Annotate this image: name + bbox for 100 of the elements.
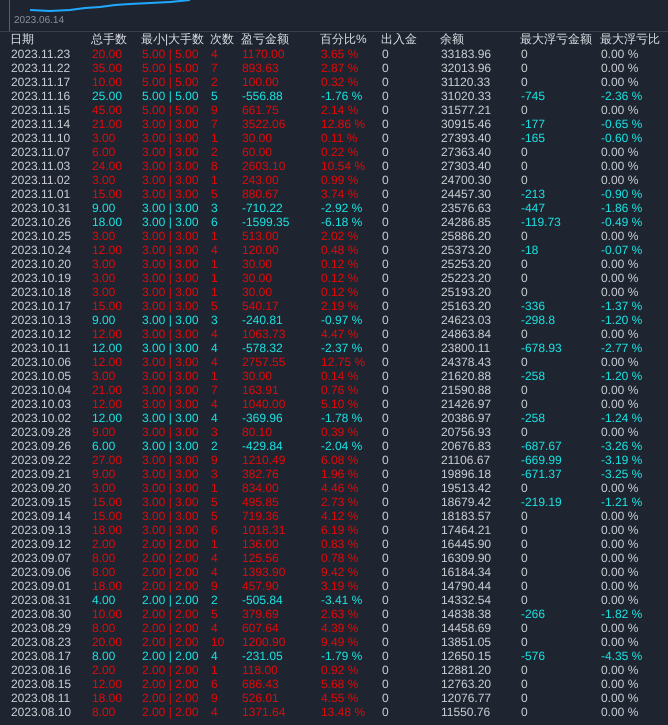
table-cell-text: 20676.83 <box>440 439 492 453</box>
table-cell-text: 3.00 <box>91 271 116 285</box>
table-cell-text: -18 <box>520 243 540 257</box>
column-header: 总手数 <box>91 32 127 47</box>
table-cell-text: 2.00 | 2.00 <box>141 635 200 649</box>
table-cell-text: 2023.11.14 <box>10 117 72 131</box>
table-cell-text: 20.00 <box>91 47 124 61</box>
table-cell-text: 0 <box>520 663 529 677</box>
table-cell-text: -3.41 % <box>320 593 364 607</box>
column-header: 最大浮亏金额 <box>520 32 592 47</box>
table-cell-text: 2023.08.30 <box>10 607 72 621</box>
table-cell-text: 16309.90 <box>440 551 492 565</box>
table-cell-text: 0.00 % <box>600 579 640 593</box>
table-cell-text: 0 <box>381 47 390 61</box>
table-cell-text: 11550.76 <box>440 705 492 719</box>
table-cell-text: 3.00 | 3.00 <box>141 215 200 229</box>
table-cell-text: 14838.38 <box>440 607 492 621</box>
table-cell-text: 2023.08.29 <box>10 621 72 635</box>
table-cell-text: 0.00 % <box>600 173 640 187</box>
table-cell-text: 3 <box>210 467 219 481</box>
table-cell-text: 24623.03 <box>440 313 492 327</box>
table-cell-text: 4.47 % <box>320 327 360 341</box>
table-cell-text: 31577.21 <box>440 103 492 117</box>
table-cell-text: 24457.30 <box>440 187 492 201</box>
table-cell-text: 3.00 | 3.00 <box>141 229 200 243</box>
table-cell-text: 33183.96 <box>440 47 492 61</box>
table-cell-text: 1 <box>210 229 219 243</box>
table-cell-text: 25193.20 <box>440 285 492 299</box>
table-cell-text: 19513.42 <box>440 481 492 495</box>
table-cell-text: 1 <box>210 131 219 145</box>
table-cell-text: 15.00 <box>91 509 124 523</box>
table-cell-text: 25.00 <box>91 89 124 103</box>
table-cell-text: 0 <box>381 313 390 327</box>
table-cell-text: 3.00 | 3.00 <box>141 271 200 285</box>
table-cell-text: -369.96 <box>241 411 284 425</box>
table-cell-text: 4.12 % <box>320 509 360 523</box>
table-cell-text: 2023.11.03 <box>10 159 72 173</box>
table-cell-text: 2023.09.21 <box>10 467 72 481</box>
table-cell-text: 1 <box>210 173 219 187</box>
table-cell-text: -678.93 <box>520 341 563 355</box>
table-cell-text: 0 <box>381 495 390 509</box>
table-cell-text: 0 <box>381 369 390 383</box>
table-cell-text: 14458.69 <box>440 621 492 635</box>
table-cell-text: 2757.55 <box>241 355 286 369</box>
table-cell-text: 2.00 | 2.00 <box>141 663 200 677</box>
table-cell-text: 2023.11.17 <box>10 75 72 89</box>
table-cell-text: 12763.20 <box>440 677 492 691</box>
table-cell-text: 0.12 % <box>320 285 360 299</box>
table-cell-text: 2.00 | 2.00 <box>141 579 200 593</box>
table-cell-text: 9.00 <box>91 425 116 439</box>
table-cell-text: 3.00 <box>91 257 116 271</box>
table-cell-text: 2.00 <box>91 537 116 551</box>
axis-date-label: 2023.06.14 <box>14 15 64 27</box>
table-cell-text: 0 <box>520 705 529 719</box>
table-cell-text: 0 <box>520 271 529 285</box>
table-cell-text: 0.00 % <box>600 355 640 369</box>
table-cell-text: 27.00 <box>91 453 124 467</box>
table-cell-text: 1063.73 <box>241 327 286 341</box>
table-cell-text: 0 <box>520 635 529 649</box>
table-cell-text: 30.00 <box>241 131 274 145</box>
table-cell-text: 379.69 <box>241 607 280 621</box>
table-cell-text: -1599.35 <box>241 215 290 229</box>
table-cell-text: 2023.09.20 <box>10 481 72 495</box>
table-cell-text: 2023.10.17 <box>10 299 72 313</box>
table-cell-text: 136.00 <box>241 537 280 551</box>
table-cell-text: -0.60 % <box>600 131 644 145</box>
table-cell-text: 2023.10.03 <box>10 397 72 411</box>
table-cell-text: 0.48 % <box>320 243 360 257</box>
table-cell-text: 2023.09.22 <box>10 453 72 467</box>
table-cell-text: 540.17 <box>241 299 280 313</box>
table-cell-text: 1 <box>210 369 219 383</box>
table-cell-text: 2.00 | 2.00 <box>141 705 200 719</box>
table-cell-text: 2.00 <box>91 663 116 677</box>
table-cell-text: 3.00 | 3.00 <box>141 285 200 299</box>
table-cell-text: 9.42 % <box>320 565 360 579</box>
table-cell-text: 2023.10.24 <box>10 243 72 257</box>
table-cell-text: 80.10 <box>241 425 274 439</box>
table-cell-text: 3.00 | 3.00 <box>141 187 200 201</box>
table-cell-text: 526.01 <box>241 691 280 705</box>
table-cell-text: 4 <box>210 47 219 61</box>
table-cell-text: 0 <box>381 187 390 201</box>
table-cell-text: 0 <box>520 285 529 299</box>
table-cell-text: 0 <box>381 145 390 159</box>
table-cell-text: 3.00 | 3.00 <box>141 453 200 467</box>
table-cell-text: 0 <box>381 201 390 215</box>
table-cell-text: 0.00 % <box>600 103 640 117</box>
table-cell-text: 0.32 % <box>320 75 360 89</box>
table-cell-text: 0.00 % <box>600 397 640 411</box>
table-cell-text: 5.00 | 5.00 <box>141 89 200 103</box>
table-cell-text: 3.00 | 3.00 <box>141 481 200 495</box>
table-cell-text: 100.00 <box>241 75 280 89</box>
table-cell-text: 0.92 % <box>320 663 360 677</box>
table-cell-text: 0 <box>520 523 529 537</box>
table-cell-text: 1371.64 <box>241 705 286 719</box>
table-cell-text: 2023.10.06 <box>10 355 72 369</box>
table-cell-text: 2.19 % <box>320 299 360 313</box>
table-cell-text: 0.00 % <box>600 75 640 89</box>
table-cell-text: 1 <box>210 537 219 551</box>
table-cell-text: -258 <box>520 411 546 425</box>
table-cell-text: 3 <box>210 425 219 439</box>
